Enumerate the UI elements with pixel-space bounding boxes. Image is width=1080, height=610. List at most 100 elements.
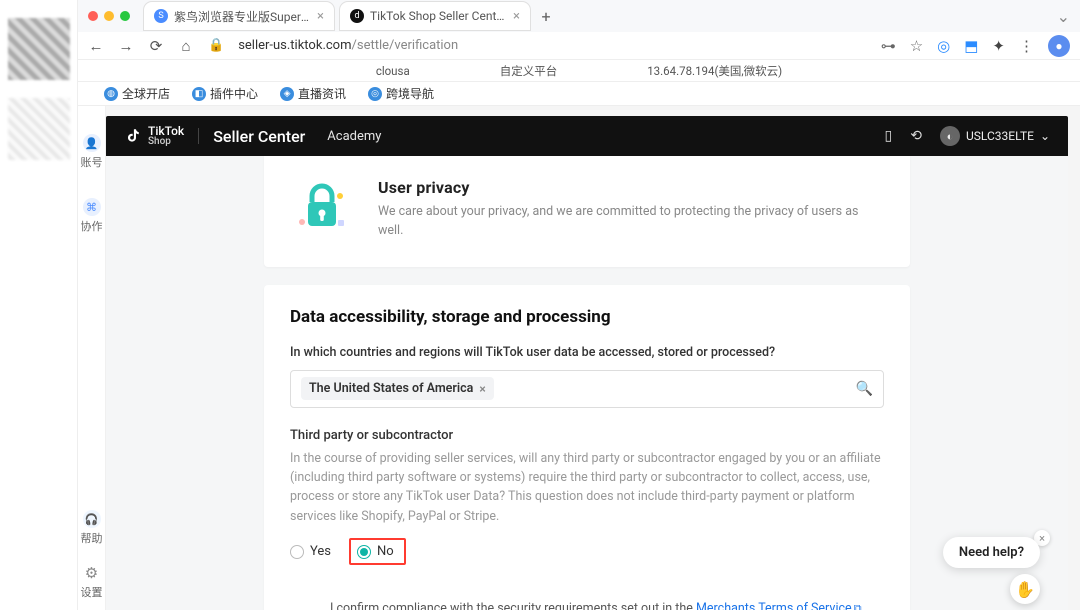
- tiktok-shop-logo[interactable]: TikTokShop: [124, 125, 184, 147]
- mobile-icon[interactable]: ▯: [885, 128, 893, 144]
- radio-icon: [290, 545, 304, 559]
- close-tab-icon[interactable]: ×: [513, 9, 520, 24]
- key-icon[interactable]: ⊶: [881, 37, 896, 55]
- close-tab-icon[interactable]: ×: [317, 9, 324, 24]
- browser-menu-icon[interactable]: ⋮: [1019, 37, 1034, 55]
- privacy-title: User privacy: [378, 178, 884, 197]
- third-party-label: Third party or subcontractor: [290, 428, 884, 443]
- gear-icon: ⚙: [85, 564, 98, 582]
- country-chip[interactable]: The United States of America ×: [301, 377, 494, 400]
- hand-icon: ✋: [1015, 580, 1035, 599]
- chip-remove-icon[interactable]: ×: [479, 382, 485, 396]
- max-dot-icon[interactable]: [120, 11, 130, 21]
- merchants-tos-link[interactable]: Merchants Terms of Service: [696, 601, 852, 610]
- rail-item-account[interactable]: 👤 账号: [81, 134, 103, 170]
- browser-tab-bar: S 紫鸟浏览器专业版Superbrowe… × d TikTok Shop Se…: [78, 0, 1080, 32]
- chat-fab[interactable]: ✋: [1010, 574, 1040, 604]
- headset-icon: 🎧: [83, 510, 101, 528]
- nav-menu-bar: ◍全球开店 ◧插件中心 ◈直播资讯 ◎跨境导航: [78, 82, 1080, 106]
- home-icon[interactable]: ⌂: [178, 37, 194, 55]
- radio-selected-icon: [357, 545, 371, 559]
- side-thumbnail-strip: [0, 0, 78, 610]
- proxy-ip: 13.64.78.194(美国,微软云): [647, 63, 782, 79]
- rail-label: 设置: [81, 584, 103, 600]
- app-title[interactable]: Seller Center: [213, 127, 305, 146]
- confirm-text: I confirm compliance with the security r…: [330, 601, 696, 610]
- proxy-name: clousa: [376, 64, 410, 78]
- tiktok-note-icon: [124, 127, 142, 145]
- privacy-subtitle: We care about your privacy, and we are c…: [378, 203, 884, 241]
- external-link-icon: ⧉: [854, 602, 862, 610]
- academy-link[interactable]: Academy: [327, 129, 381, 144]
- browser-tab-active[interactable]: d TikTok Shop Seller Center | U… ×: [340, 2, 530, 30]
- forward-icon[interactable]: →: [118, 37, 134, 55]
- person-icon: 👤: [83, 134, 101, 152]
- lock-illustration-icon: [290, 178, 354, 238]
- nav-item[interactable]: ◧插件中心: [192, 85, 258, 102]
- bookmark-icon[interactable]: ☆: [910, 37, 923, 55]
- min-dot-icon[interactable]: [104, 11, 114, 21]
- tabs-overflow-icon[interactable]: ⌄: [1057, 7, 1070, 26]
- avatar-icon: ◐: [940, 126, 960, 146]
- profile-avatar-icon[interactable]: ●: [1048, 35, 1070, 57]
- rail-label: 协作: [81, 218, 103, 234]
- url-text[interactable]: seller-us.tiktok.com/settle/verification: [238, 38, 458, 53]
- plugin-icon: ◧: [192, 87, 206, 101]
- close-dot-icon[interactable]: [88, 11, 98, 21]
- content-area: User privacy We care about your privacy,…: [106, 156, 1068, 610]
- extension-icon[interactable]: ⬒: [964, 37, 978, 55]
- favicon-icon: d: [350, 9, 364, 23]
- tab-title: TikTok Shop Seller Center | U…: [370, 9, 507, 23]
- headset-icon[interactable]: ⟲: [910, 128, 922, 144]
- radio-yes[interactable]: Yes: [290, 544, 331, 559]
- search-icon[interactable]: 🔍: [856, 381, 873, 397]
- nav-item[interactable]: ◈直播资讯: [280, 85, 346, 102]
- need-help-bubble[interactable]: Need help?: [943, 537, 1040, 568]
- countries-input[interactable]: The United States of America × 🔍: [290, 370, 884, 408]
- logo-text-bottom: Shop: [148, 137, 184, 147]
- tab-title: 紫鸟浏览器专业版Superbrowe…: [174, 8, 311, 25]
- left-rail: 👤 账号 ⌘ 协作 🎧 帮助 ⚙ 设置: [78, 106, 106, 610]
- chip-label: The United States of America: [309, 381, 473, 396]
- new-tab-button[interactable]: +: [536, 6, 556, 26]
- app-header: TikTokShop Seller Center Academy ▯ ⟲ ◐ US…: [106, 116, 1068, 156]
- user-id: USLC33ELTE: [966, 129, 1034, 143]
- rail-item-settings[interactable]: ⚙ 设置: [81, 564, 103, 600]
- radio-label: Yes: [310, 544, 331, 559]
- rail-label: 帮助: [81, 530, 103, 546]
- team-icon: ⌘: [83, 198, 101, 216]
- address-bar: ← → ⟳ ⌂ 🔒 seller-us.tiktok.com/settle/ve…: [78, 32, 1080, 60]
- nav-item[interactable]: ◎跨境导航: [368, 85, 434, 102]
- extensions-menu-icon[interactable]: ✦: [992, 37, 1005, 55]
- chevron-down-icon: ⌄: [1040, 129, 1050, 143]
- proxy-info-bar: clousa 自定义平台 13.64.78.194(美国,微软云): [78, 60, 1080, 82]
- proxy-platform: 自定义平台: [500, 63, 558, 79]
- back-icon[interactable]: ←: [88, 37, 104, 55]
- favicon-icon: S: [154, 9, 168, 23]
- radio-label: No: [377, 544, 394, 559]
- reload-icon[interactable]: ⟳: [148, 37, 164, 55]
- window-controls[interactable]: [88, 11, 130, 21]
- third-party-desc: In the course of providing seller servic…: [290, 449, 884, 527]
- rail-item-help[interactable]: 🎧 帮助: [81, 510, 103, 546]
- compass-icon: ◎: [368, 87, 382, 101]
- thumbnail: [8, 18, 70, 80]
- live-icon: ◈: [280, 87, 294, 101]
- lock-icon[interactable]: 🔒: [208, 38, 224, 53]
- user-chip[interactable]: ◐ USLC33ELTE ⌄: [940, 126, 1050, 146]
- question-countries: In which countries and regions will TikT…: [290, 345, 884, 360]
- browser-tab[interactable]: S 紫鸟浏览器专业版Superbrowe… ×: [144, 2, 334, 30]
- radio-no[interactable]: No: [349, 538, 406, 565]
- rail-label: 账号: [81, 154, 103, 170]
- confirm-row-1: I confirm compliance with the security r…: [330, 599, 884, 610]
- data-form-card: Data accessibility, storage and processi…: [264, 285, 910, 610]
- nav-item[interactable]: ◍全球开店: [104, 85, 170, 102]
- third-party-radios: Yes No: [290, 538, 884, 565]
- form-section-title: Data accessibility, storage and processi…: [290, 307, 884, 327]
- thumbnail: [8, 98, 70, 160]
- globe-icon: ◍: [104, 87, 118, 101]
- rail-item-collab[interactable]: ⌘ 协作: [81, 198, 103, 234]
- divider: [198, 128, 199, 144]
- privacy-card: User privacy We care about your privacy,…: [264, 156, 910, 267]
- extension-icon[interactable]: ◎: [937, 37, 950, 55]
